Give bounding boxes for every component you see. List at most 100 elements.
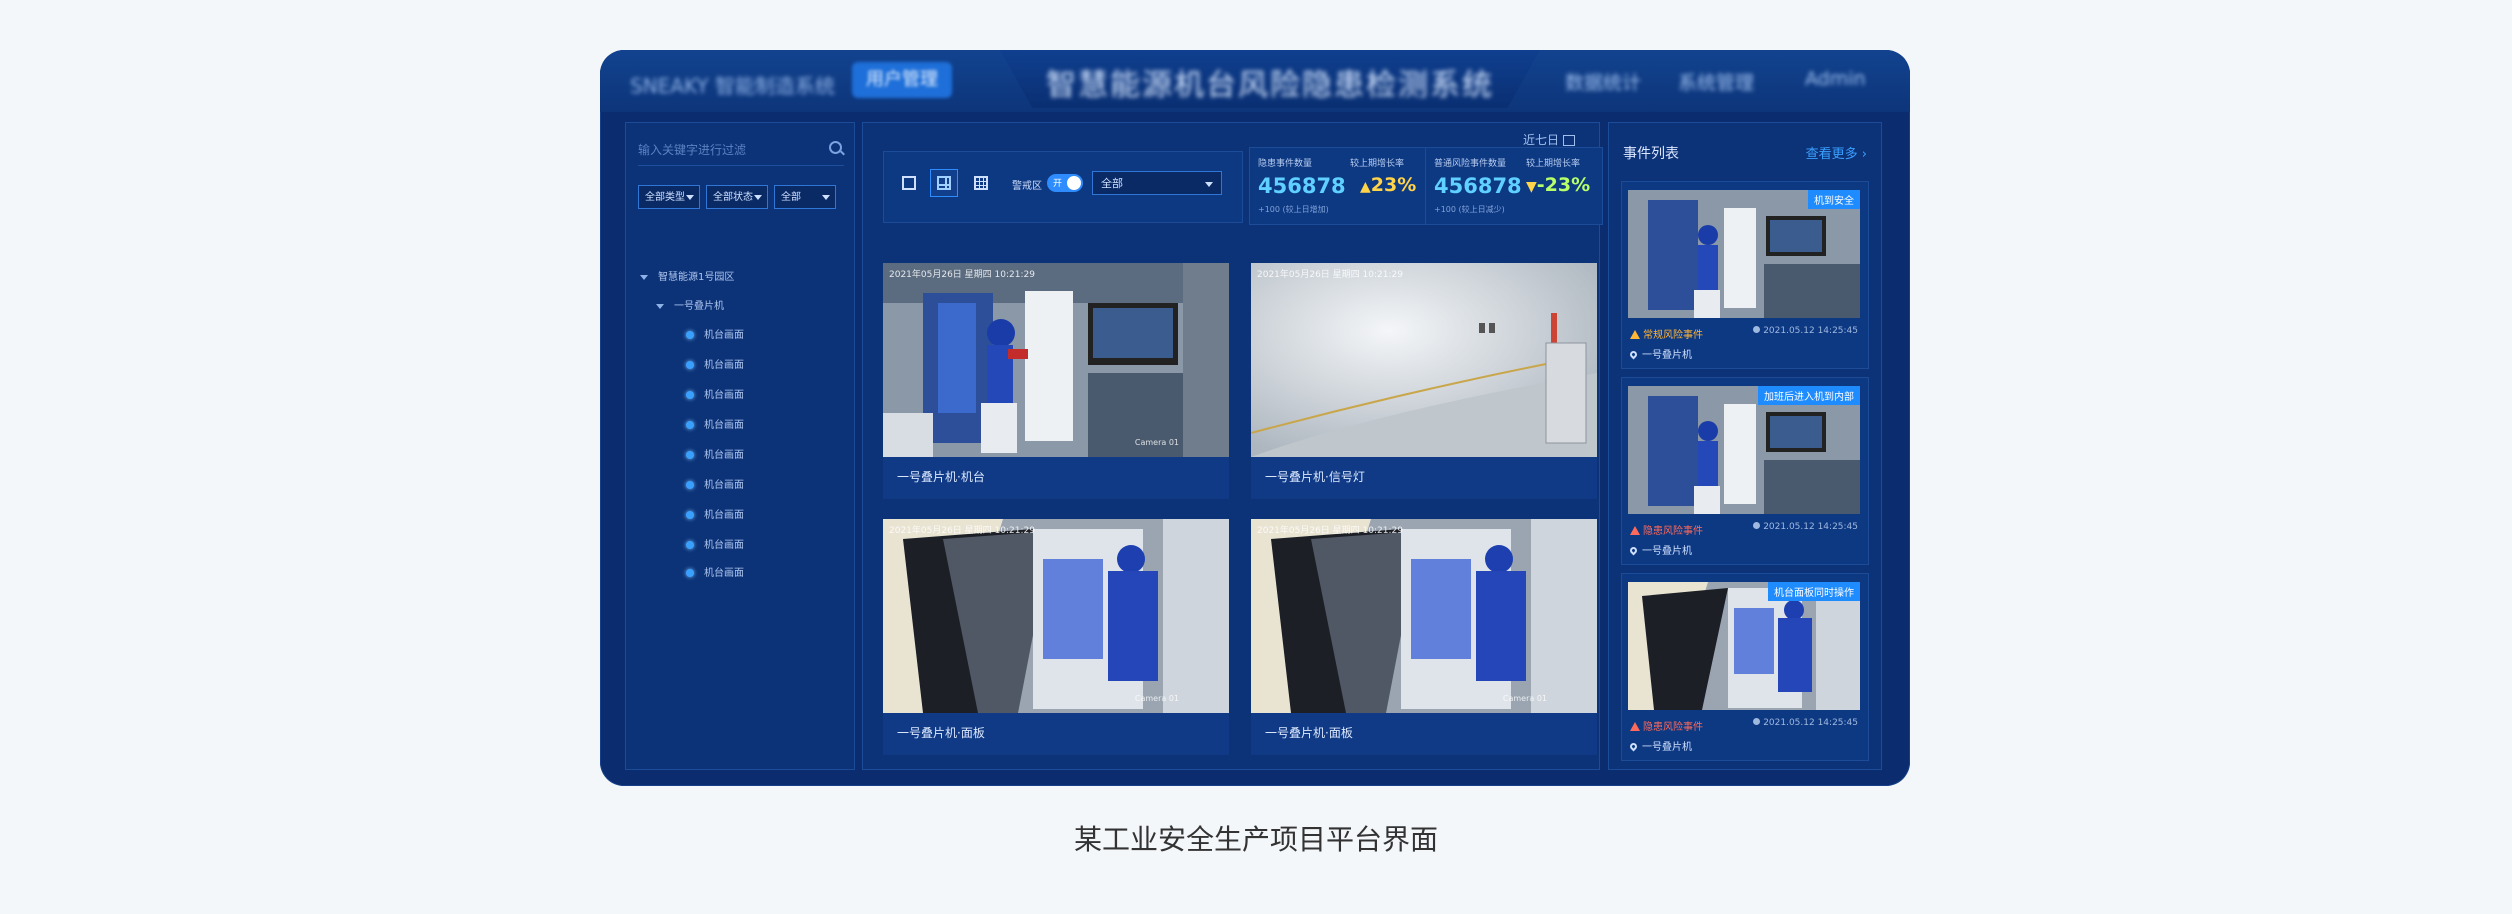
event-time: 2021.05.12 14:25:45 bbox=[1753, 326, 1858, 336]
camera-tile[interactable]: 2021年05月26日 星期四 10:21:29 Camera 01 一号叠片机… bbox=[1251, 519, 1597, 755]
video-wall-panel: 警戒区 开 全部 近七日 隐患事件数量 较上期增长率 456878 ▲23% +… bbox=[862, 122, 1603, 770]
view-toolbar: 警戒区 开 全部 bbox=[883, 151, 1243, 223]
event-time: 2021.05.12 14:25:45 bbox=[1753, 718, 1858, 728]
four-grid-view-icon[interactable] bbox=[930, 169, 958, 197]
operator-panel-image bbox=[883, 519, 1229, 713]
single-view-icon[interactable] bbox=[902, 176, 916, 190]
event-level-text: 隐患风险事件 bbox=[1643, 722, 1703, 733]
view-more-label: 查看更多 bbox=[1805, 147, 1858, 162]
chevron-down-icon bbox=[1205, 182, 1213, 187]
stat-label: 较上期增长率 bbox=[1350, 159, 1405, 169]
alert-zone-toggle[interactable]: 开 bbox=[1047, 174, 1083, 192]
tree-leaf-label: 机台画面 bbox=[704, 330, 744, 341]
stat-change: ▼-23% bbox=[1526, 174, 1590, 196]
tree-leaf[interactable]: 机台画面 bbox=[686, 329, 744, 343]
type-filter-select[interactable]: 全部类型 bbox=[638, 185, 700, 209]
stat-change: ▲23% bbox=[1360, 174, 1416, 196]
tree-root-label: 智慧能源1号园区 bbox=[658, 272, 735, 283]
factory-scene-image bbox=[883, 263, 1229, 457]
tree-leaf[interactable]: 机台画面 bbox=[686, 539, 744, 553]
event-image bbox=[1628, 386, 1860, 514]
camera-feed: 2021年05月26日 星期四 10:21:29 Camera 01 bbox=[883, 263, 1229, 457]
all-filter-select[interactable]: 全部 bbox=[774, 185, 836, 209]
tree-leaf[interactable]: 机台画面 bbox=[686, 567, 744, 581]
event-snapshot bbox=[1628, 190, 1860, 318]
camera-dot-icon bbox=[686, 541, 694, 549]
caret-down-icon bbox=[640, 274, 648, 280]
zone-dropdown[interactable]: 全部 bbox=[1092, 171, 1222, 195]
event-image bbox=[1628, 190, 1860, 318]
event-device-text: 一号叠片机 bbox=[1642, 546, 1692, 557]
stat-sub: +100 (较上日减少) bbox=[1434, 205, 1505, 214]
alert-zone-label: 警戒区 bbox=[1012, 181, 1042, 192]
camera-dot-icon bbox=[686, 421, 694, 429]
event-time-text: 2021.05.12 14:25:45 bbox=[1763, 326, 1858, 336]
tree-leaf[interactable]: 机台画面 bbox=[686, 389, 744, 403]
tree-leaf-label: 机台画面 bbox=[704, 510, 744, 521]
toggle-knob bbox=[1067, 176, 1081, 190]
camera-tile[interactable]: 2021年05月26日 星期四 10:21:29 一号叠片机·信号灯 bbox=[1251, 263, 1597, 499]
toggle-text: 开 bbox=[1053, 179, 1063, 189]
tree-leaf-label: 机台画面 bbox=[704, 420, 744, 431]
search-icon[interactable] bbox=[829, 141, 842, 154]
tree-leaf[interactable]: 机台画面 bbox=[686, 359, 744, 373]
nine-grid-view-icon[interactable] bbox=[974, 176, 988, 190]
system-title: 智慧能源机台风险隐患检测系统 bbox=[1046, 68, 1494, 103]
camera-timestamp: 2021年05月26日 星期四 10:21:29 bbox=[1257, 270, 1403, 280]
event-snapshot bbox=[1628, 582, 1860, 710]
search-input[interactable]: 输入关键字进行过滤 bbox=[638, 135, 844, 166]
view-more-link[interactable]: 查看更多 › bbox=[1806, 143, 1867, 162]
platform-screenshot: SNEAKY 智能制造系统 用户管理 智慧能源机台风险隐患检测系统 数据统计 系… bbox=[600, 50, 1910, 786]
tree-root-node[interactable]: 智慧能源1号园区 bbox=[640, 271, 734, 285]
tree-leaf[interactable]: 机台画面 bbox=[686, 419, 744, 433]
event-card[interactable]: 机到安全 常规风险事件 2021.05.12 14:25:45 一号叠片机 bbox=[1621, 181, 1869, 369]
camera-feed: 2021年05月26日 星期四 10:21:29 Camera 01 bbox=[1251, 519, 1597, 713]
camera-dot-icon bbox=[686, 451, 694, 459]
chevron-down-icon bbox=[754, 195, 762, 200]
stat-card-risk: 普通风险事件数量 较上期增长率 456878 ▼-23% +100 (较上日减少… bbox=[1425, 147, 1603, 225]
camera-feed: 2021年05月26日 星期四 10:21:29 bbox=[1251, 263, 1597, 457]
tree-leaf-label: 机台画面 bbox=[704, 540, 744, 551]
tree-leaf[interactable]: 机台画面 bbox=[686, 509, 744, 523]
event-tag: 机到安全 bbox=[1808, 190, 1860, 209]
tree-leaf-label: 机台画面 bbox=[704, 568, 744, 579]
arrow-up-icon: ▲ bbox=[1360, 179, 1371, 195]
stat-label: 普通风险事件数量 bbox=[1434, 159, 1507, 169]
top-nav-bar: SNEAKY 智能制造系统 用户管理 智慧能源机台风险隐患检测系统 数据统计 系… bbox=[600, 50, 1910, 112]
status-filter-select[interactable]: 全部状态 bbox=[706, 185, 768, 209]
event-level-text: 常规风险事件 bbox=[1643, 330, 1703, 341]
tree-leaf[interactable]: 机台画面 bbox=[686, 479, 744, 493]
stat-card-hazard: 隐患事件数量 较上期增长率 456878 ▲23% +100 (较上日增加) bbox=[1249, 147, 1427, 225]
event-time-text: 2021.05.12 14:25:45 bbox=[1763, 718, 1858, 728]
stat-value: 456878 bbox=[1434, 174, 1522, 198]
event-card[interactable]: 加班后进入机到内部 隐患风险事件 2021.05.12 14:25:45 一号叠… bbox=[1621, 377, 1869, 565]
tree-leaf[interactable]: 机台画面 bbox=[686, 449, 744, 463]
event-time: 2021.05.12 14:25:45 bbox=[1753, 522, 1858, 532]
nav-system-management[interactable]: 系统管理 bbox=[1678, 68, 1754, 95]
camera-tile[interactable]: 2021年05月26日 星期四 10:21:29 Camera 01 一号叠片机… bbox=[883, 519, 1229, 755]
stat-value: 456878 bbox=[1258, 174, 1346, 198]
camera-timestamp: 2021年05月26日 星期四 10:21:29 bbox=[889, 526, 1035, 536]
chevron-down-icon bbox=[686, 195, 694, 200]
clock-icon bbox=[1753, 326, 1761, 333]
tree-child-node[interactable]: 一号叠片机 bbox=[656, 300, 724, 314]
nav-admin-user[interactable]: Admin bbox=[1805, 68, 1866, 90]
camera-timestamp: 2021年05月26日 星期四 10:21:29 bbox=[1257, 526, 1403, 536]
camera-caption: 一号叠片机·面板 bbox=[1265, 726, 1353, 740]
nav-data-stats[interactable]: 数据统计 bbox=[1565, 68, 1641, 95]
device-tree-panel: 输入关键字进行过滤 全部类型 全部状态 全部 智慧能源1号园区 一号叠片机 机台… bbox=[625, 122, 855, 770]
tree-leaf-label: 机台画面 bbox=[704, 480, 744, 491]
date-range-picker[interactable]: 近七日 bbox=[1523, 131, 1576, 148]
location-pin-icon bbox=[1628, 349, 1639, 360]
event-level: 隐患风险事件 bbox=[1630, 718, 1703, 733]
user-management-button[interactable]: 用户管理 bbox=[852, 62, 952, 98]
event-card[interactable]: 机台面板同时操作 隐患风险事件 2021.05.12 14:25:45 一号叠片… bbox=[1621, 573, 1869, 761]
camera-caption: 一号叠片机·面板 bbox=[897, 726, 985, 740]
camera-dot-icon bbox=[686, 391, 694, 399]
warning-icon bbox=[1630, 722, 1640, 731]
caret-down-icon bbox=[656, 303, 664, 309]
event-snapshot bbox=[1628, 386, 1860, 514]
event-device: 一号叠片机 bbox=[1628, 346, 1692, 361]
camera-tile[interactable]: 2021年05月26日 星期四 10:21:29 Camera 01 一号叠片机… bbox=[883, 263, 1229, 499]
grid-glyph bbox=[937, 176, 951, 190]
